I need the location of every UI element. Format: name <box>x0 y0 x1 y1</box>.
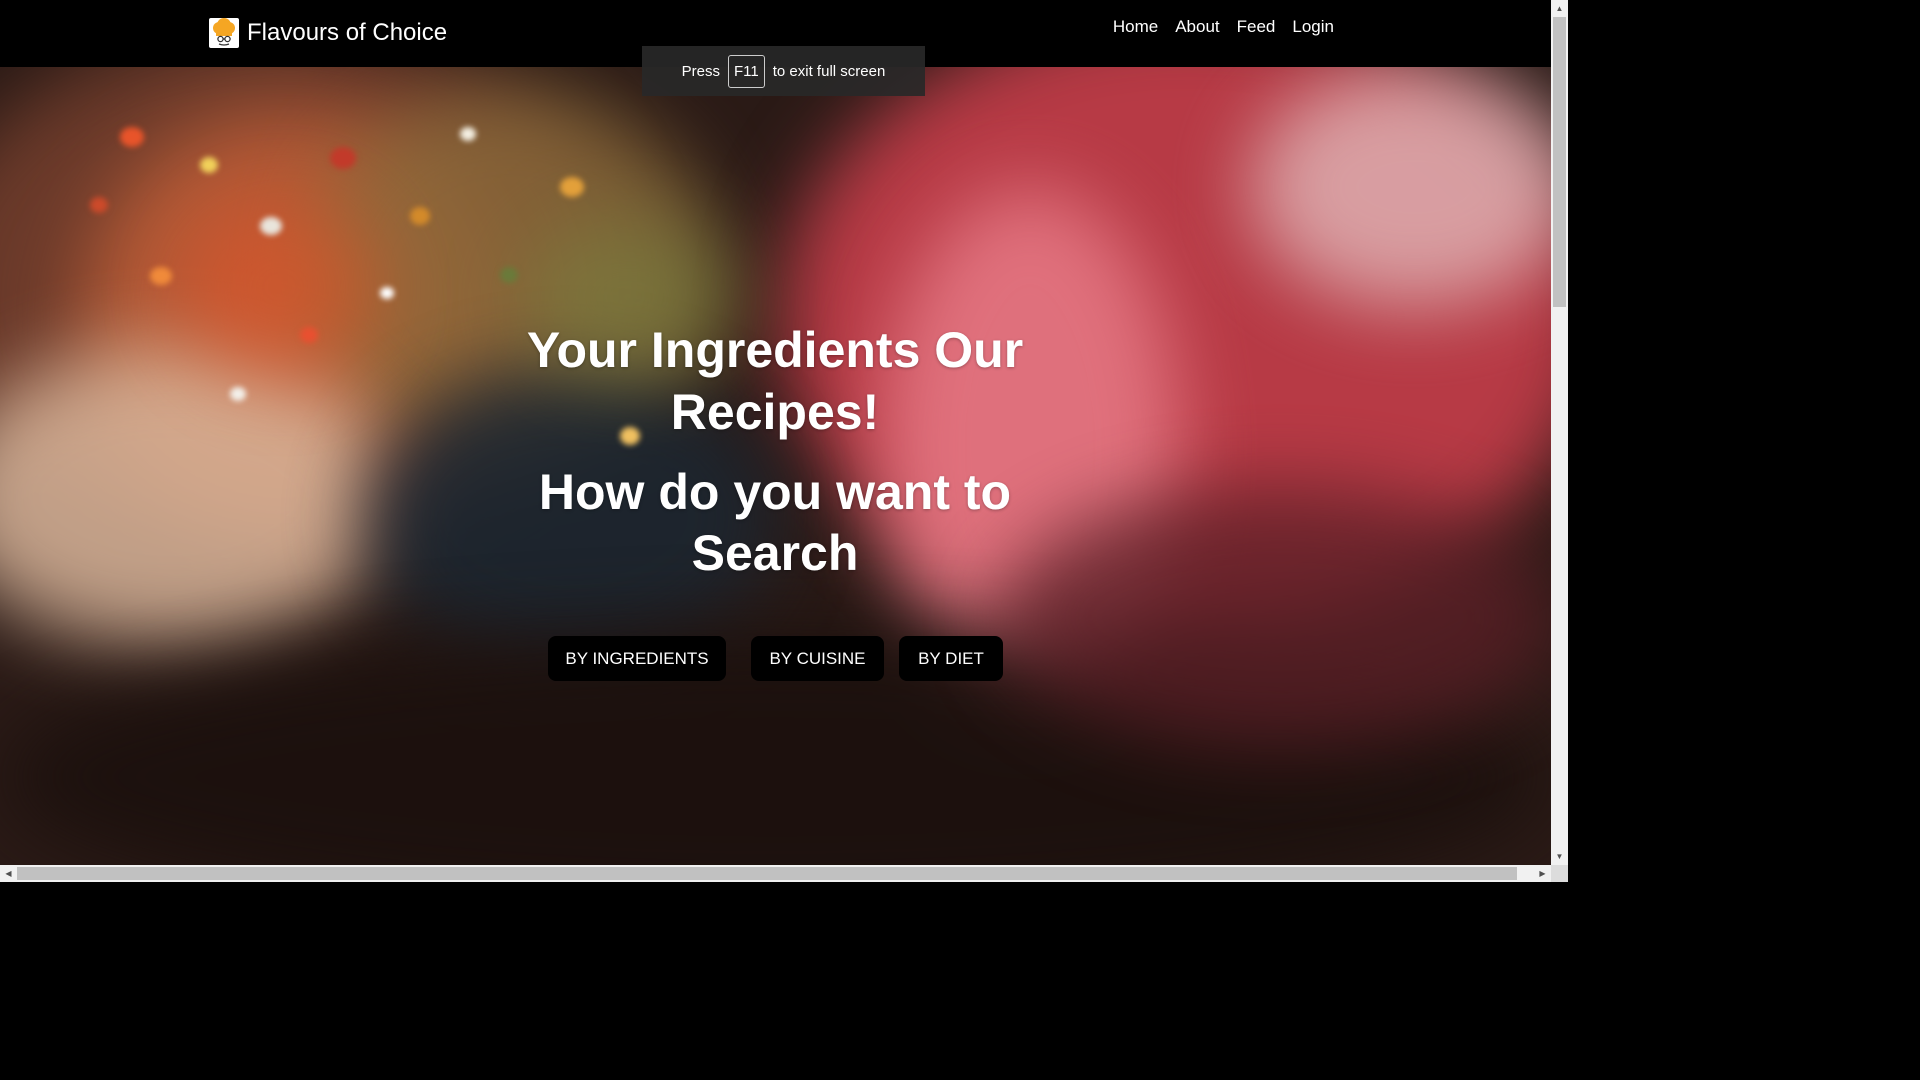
toast-suffix: to exit full screen <box>772 62 886 80</box>
horizontal-scrollbar[interactable]: ◀ ▶ <box>0 865 1551 882</box>
triangle-right-icon[interactable]: ▶ <box>1534 865 1551 882</box>
search-by-diet-button[interactable]: BY DIET <box>899 636 1003 681</box>
nav-feed-link[interactable]: Feed <box>1237 17 1276 37</box>
hero-subtitle: How do you want to Search <box>538 464 1012 581</box>
fullscreen-exit-notice: Press F11 to exit full screen <box>642 46 925 96</box>
search-by-ingredients-button[interactable]: BY INGREDIENTS <box>548 636 726 681</box>
browser-viewport: Flavours of Choice Home About Feed Login… <box>0 0 1551 865</box>
brand-name: Flavours of Choice <box>247 19 448 46</box>
triangle-up-icon[interactable]: ▲ <box>1551 0 1568 17</box>
nav-about-link[interactable]: About <box>1175 17 1219 37</box>
horizontal-scroll-thumb[interactable] <box>17 867 1517 880</box>
chef-hat-icon <box>209 18 239 48</box>
brand-link[interactable]: Flavours of Choice <box>209 14 447 52</box>
vertical-scrollbar[interactable]: ▲ ▼ <box>1551 0 1568 865</box>
vertical-scroll-thumb[interactable] <box>1553 17 1566 307</box>
triangle-left-icon[interactable]: ◀ <box>0 865 17 882</box>
hero-title: Your Ingredients Our Recipes! <box>526 322 1024 440</box>
scrollbar-corner <box>1551 865 1568 882</box>
search-by-cuisine-button[interactable]: BY CUISINE <box>751 636 884 681</box>
toast-prefix: Press <box>681 62 721 80</box>
nav-home-link[interactable]: Home <box>1113 17 1158 37</box>
triangle-down-icon[interactable]: ▼ <box>1551 848 1568 865</box>
nav-links: Home About Feed Login <box>1113 17 1334 37</box>
nav-login-link[interactable]: Login <box>1292 17 1334 37</box>
f11-key-badge: F11 <box>728 54 765 88</box>
